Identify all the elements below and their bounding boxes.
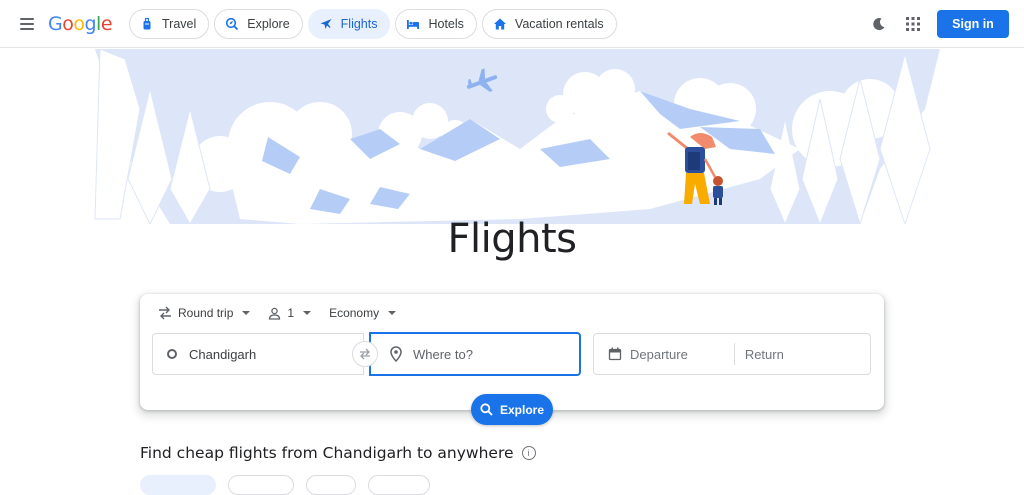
origin-field[interactable]: Chandigarh bbox=[152, 333, 364, 375]
destination-input[interactable] bbox=[413, 346, 563, 362]
return-placeholder: Return bbox=[744, 346, 784, 362]
trip-type-value: Round trip bbox=[178, 306, 234, 320]
logo-letter: e bbox=[100, 13, 113, 35]
cheap-flights-heading-text: Find cheap flights from Chandigarh to an… bbox=[140, 444, 514, 462]
flight-search-form: Round trip 1 Economy Chandigarh Departur… bbox=[140, 294, 884, 410]
filter-chip[interactable] bbox=[228, 475, 294, 495]
chevron-down-icon bbox=[303, 311, 312, 315]
tab-explore[interactable]: Explore bbox=[214, 9, 303, 39]
logo-letter: g bbox=[84, 13, 97, 35]
main-menu-icon[interactable] bbox=[16, 12, 40, 36]
cabin-class-dropdown[interactable]: Economy bbox=[329, 305, 397, 321]
dark-mode-toggle-icon[interactable] bbox=[869, 14, 889, 34]
swap-icon bbox=[360, 348, 370, 360]
sign-in-button[interactable]: Sign in bbox=[937, 10, 1009, 38]
swap-arrows-icon bbox=[159, 306, 171, 320]
page-title: Flights bbox=[447, 216, 578, 262]
person-icon bbox=[269, 307, 281, 320]
tab-hotels[interactable]: Hotels bbox=[395, 9, 477, 39]
departure-date-input[interactable]: Departure bbox=[594, 334, 688, 374]
chevron-down-icon bbox=[388, 311, 397, 315]
destination-filter-chips bbox=[140, 475, 430, 495]
logo-letter: o bbox=[73, 13, 85, 35]
top-bar: Google Travel Explore Flights Hotels Vac… bbox=[0, 0, 1024, 48]
tab-travel[interactable]: Travel bbox=[129, 9, 210, 39]
filter-chip[interactable] bbox=[368, 475, 430, 495]
destination-field[interactable] bbox=[369, 332, 581, 376]
explore-icon bbox=[226, 17, 239, 31]
cheap-flights-heading: Find cheap flights from Chandigarh to an… bbox=[140, 444, 536, 462]
google-logo[interactable]: Google bbox=[48, 12, 113, 37]
passengers-value: 1 bbox=[287, 306, 295, 320]
logo-letter: G bbox=[48, 13, 63, 35]
suitcase-icon bbox=[143, 17, 151, 30]
tab-travel-label: Travel bbox=[162, 17, 197, 31]
search-options-row: Round trip 1 Economy bbox=[158, 305, 397, 321]
filter-chip[interactable] bbox=[306, 475, 356, 495]
info-icon[interactable]: i bbox=[521, 446, 536, 460]
tab-hotels-label: Hotels bbox=[428, 17, 464, 31]
travel-nav-tabs: Travel Explore Flights Hotels Vacation r… bbox=[129, 9, 617, 39]
departure-placeholder: Departure bbox=[630, 346, 688, 362]
tab-flights-label: Flights bbox=[340, 17, 378, 31]
tab-explore-label: Explore bbox=[247, 17, 290, 31]
bed-icon bbox=[407, 20, 420, 29]
tab-vacation-rentals-label: Vacation rentals bbox=[514, 17, 604, 31]
explore-button[interactable]: Explore bbox=[471, 394, 553, 425]
origin-circle-icon bbox=[167, 349, 177, 359]
tab-vacation-rentals[interactable]: Vacation rentals bbox=[481, 9, 617, 39]
return-date-input[interactable]: Return bbox=[735, 334, 784, 374]
hero-illustration bbox=[0, 49, 1024, 224]
passengers-dropdown[interactable]: 1 bbox=[268, 305, 312, 321]
logo-letter: o bbox=[62, 13, 74, 35]
cabin-class-value: Economy bbox=[329, 306, 380, 320]
filter-chip[interactable] bbox=[140, 475, 216, 495]
tab-flights[interactable]: Flights bbox=[307, 9, 391, 39]
house-icon bbox=[493, 18, 506, 30]
calendar-icon bbox=[608, 347, 622, 361]
chevron-down-icon bbox=[242, 311, 251, 315]
dates-field: Departure Return bbox=[593, 333, 871, 375]
explore-button-label: Explore bbox=[499, 402, 544, 417]
swap-origin-destination-button[interactable] bbox=[352, 341, 378, 367]
trip-type-dropdown[interactable]: Round trip bbox=[158, 305, 251, 321]
location-pin-icon bbox=[390, 346, 402, 362]
google-apps-icon[interactable] bbox=[903, 14, 923, 34]
search-icon bbox=[480, 403, 493, 416]
origin-value: Chandigarh bbox=[189, 346, 257, 362]
mountain-landscape-illustration bbox=[94, 49, 940, 224]
plane-icon bbox=[320, 19, 332, 29]
